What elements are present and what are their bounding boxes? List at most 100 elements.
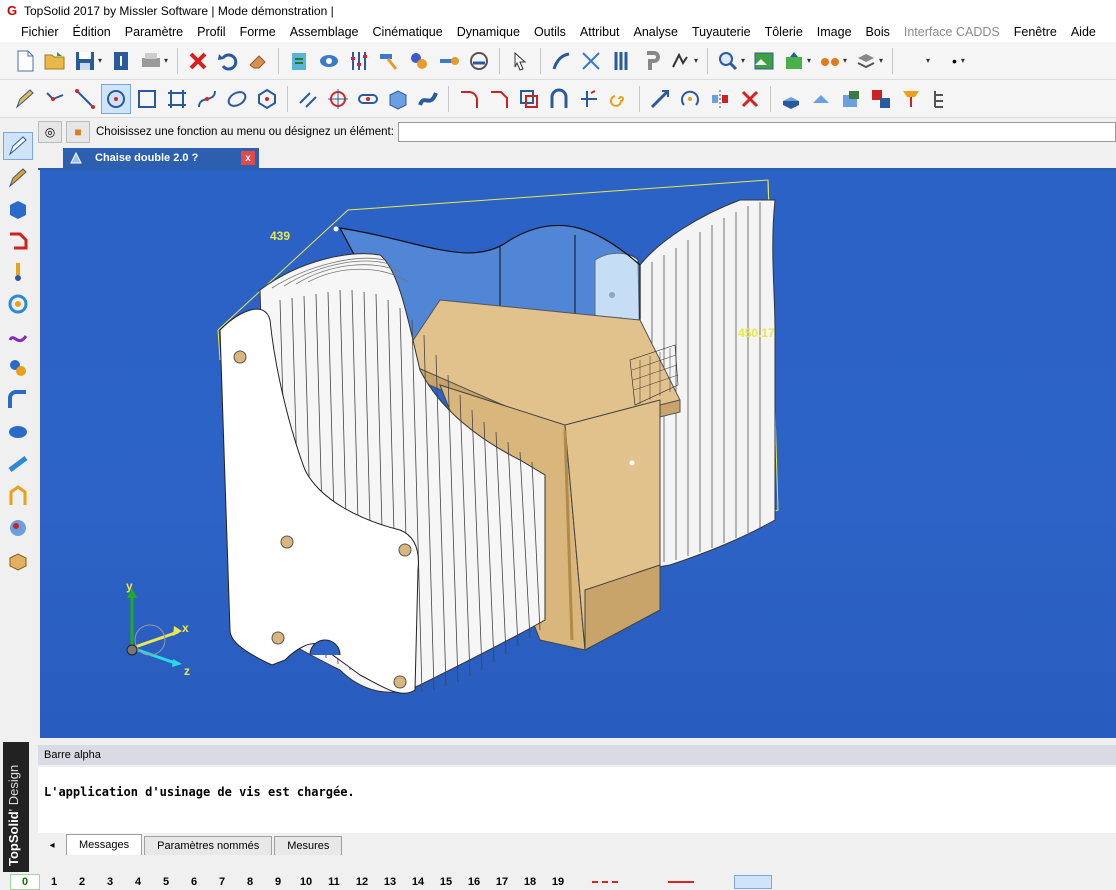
- prompt-target-icon[interactable]: ◎: [38, 121, 62, 143]
- eraser-icon[interactable]: [244, 47, 272, 75]
- rotate-icon[interactable]: [676, 85, 704, 113]
- style-dropdown-icon[interactable]: ▾: [926, 56, 934, 65]
- hammer-icon[interactable]: [375, 47, 403, 75]
- sweep-icon[interactable]: [807, 85, 835, 113]
- cancel-red-icon[interactable]: [736, 85, 764, 113]
- tree-icon[interactable]: [927, 85, 955, 113]
- tab-mesures[interactable]: Mesures: [274, 836, 343, 855]
- layer-4[interactable]: 4: [124, 876, 152, 888]
- layer-16[interactable]: 16: [460, 876, 488, 888]
- menu-tolerie[interactable]: Tôlerie: [758, 25, 810, 39]
- script-dropdown-icon[interactable]: ▾: [694, 56, 702, 65]
- boolean-icon[interactable]: [867, 85, 895, 113]
- point-icon[interactable]: [41, 85, 69, 113]
- save-icon[interactable]: [71, 47, 99, 75]
- electrode-icon[interactable]: [3, 258, 33, 286]
- measure-icon[interactable]: [465, 47, 493, 75]
- glasses-icon[interactable]: [816, 47, 844, 75]
- layer-1[interactable]: 1: [40, 876, 68, 888]
- sketch-icon[interactable]: [11, 85, 39, 113]
- point-style-icon[interactable]: •: [952, 53, 957, 69]
- hook-icon[interactable]: [637, 47, 665, 75]
- menu-image[interactable]: Image: [810, 25, 859, 39]
- layer-15[interactable]: 15: [432, 876, 460, 888]
- mirror-icon[interactable]: [706, 85, 734, 113]
- point-style-dropdown-icon[interactable]: ▾: [961, 56, 969, 65]
- layer-18[interactable]: 18: [516, 876, 544, 888]
- new-file-icon[interactable]: [11, 47, 39, 75]
- slot-icon[interactable]: [354, 85, 382, 113]
- layers-dropdown-icon[interactable]: ▾: [879, 56, 887, 65]
- solid-mode-icon[interactable]: [3, 195, 33, 223]
- tabs-scroll-left-icon[interactable]: ◂: [38, 840, 66, 851]
- hide-icon[interactable]: [315, 47, 343, 75]
- layer-0[interactable]: 0: [10, 873, 40, 890]
- offset-icon[interactable]: [515, 85, 543, 113]
- menu-bois[interactable]: Bois: [859, 25, 897, 39]
- sheet-metal-icon[interactable]: [3, 226, 33, 254]
- frame-icon[interactable]: [163, 85, 191, 113]
- layer-7[interactable]: 7: [208, 876, 236, 888]
- menu-assemblage[interactable]: Assemblage: [283, 25, 366, 39]
- view-dropdown-icon[interactable]: ▾: [807, 56, 815, 65]
- menu-fichier[interactable]: Fichier: [14, 25, 66, 39]
- layers-icon[interactable]: [852, 47, 880, 75]
- target-icon[interactable]: [324, 85, 352, 113]
- frame-mode-icon[interactable]: [3, 482, 33, 510]
- glasses-dropdown-icon[interactable]: ▾: [843, 56, 851, 65]
- arrow-curve-icon[interactable]: [547, 47, 575, 75]
- polygon-icon[interactable]: [253, 85, 281, 113]
- parallel-icon[interactable]: [294, 85, 322, 113]
- picture-icon[interactable]: [750, 47, 778, 75]
- tab-close-icon[interactable]: x: [241, 151, 255, 165]
- menu-dynamique[interactable]: Dynamique: [450, 25, 527, 39]
- layer-2[interactable]: 2: [68, 876, 96, 888]
- render-icon[interactable]: [3, 514, 33, 542]
- transform-icon[interactable]: [646, 85, 674, 113]
- menu-outils[interactable]: Outils: [527, 25, 573, 39]
- wood-mode-icon[interactable]: [3, 546, 33, 574]
- save-dropdown-icon[interactable]: ▾: [98, 56, 106, 65]
- tab-messages[interactable]: Messages: [66, 834, 143, 855]
- layer-10[interactable]: 10: [292, 876, 320, 888]
- print-dropdown-icon[interactable]: ▾: [164, 56, 172, 65]
- layer-19[interactable]: 19: [544, 876, 572, 888]
- spiral-icon[interactable]: [605, 85, 633, 113]
- layer-12[interactable]: 12: [348, 876, 376, 888]
- extrude-icon[interactable]: [777, 85, 805, 113]
- circle-icon[interactable]: [101, 83, 131, 114]
- pointer-icon[interactable]: [506, 47, 534, 75]
- prompt-options-icon[interactable]: ■: [66, 121, 90, 143]
- cam-icon[interactable]: [3, 418, 33, 446]
- box-icon[interactable]: [384, 85, 412, 113]
- layer-6[interactable]: 6: [180, 876, 208, 888]
- menu-analyse[interactable]: Analyse: [627, 25, 685, 39]
- layer-9[interactable]: 9: [264, 876, 292, 888]
- draft-mode-icon[interactable]: [3, 164, 33, 192]
- fillet-icon[interactable]: [455, 85, 483, 113]
- tab-parametres-nommes[interactable]: Paramètres nommés: [144, 836, 273, 855]
- print-icon[interactable]: [137, 47, 165, 75]
- shell-icon[interactable]: [837, 85, 865, 113]
- split-icon[interactable]: [577, 47, 605, 75]
- pipe-icon[interactable]: [3, 450, 33, 478]
- surface-icon[interactable]: [414, 85, 442, 113]
- menu-fenetre[interactable]: Fenêtre: [1007, 25, 1064, 39]
- properties-icon[interactable]: [107, 47, 135, 75]
- menu-aide[interactable]: Aide: [1064, 25, 1103, 39]
- recycle-icon[interactable]: [285, 47, 313, 75]
- drill-icon[interactable]: [897, 85, 925, 113]
- menu-parametre[interactable]: Paramètre: [118, 25, 190, 39]
- layer-3[interactable]: 3: [96, 876, 124, 888]
- open-folder-icon[interactable]: [41, 47, 69, 75]
- zoom-icon[interactable]: [714, 47, 742, 75]
- line-style-indicator[interactable]: [592, 880, 618, 883]
- layer-5[interactable]: 5: [152, 876, 180, 888]
- layer-14[interactable]: 14: [404, 876, 432, 888]
- tab-chaise-double[interactable]: Chaise double 2.0 ? x: [63, 148, 259, 168]
- script-icon[interactable]: [667, 47, 695, 75]
- chamfer-icon[interactable]: [485, 85, 513, 113]
- menu-edition[interactable]: Édition: [66, 25, 118, 39]
- 3d-viewport[interactable]: 439 450.17 y x z: [40, 170, 1116, 738]
- assembly-icon[interactable]: [405, 47, 433, 75]
